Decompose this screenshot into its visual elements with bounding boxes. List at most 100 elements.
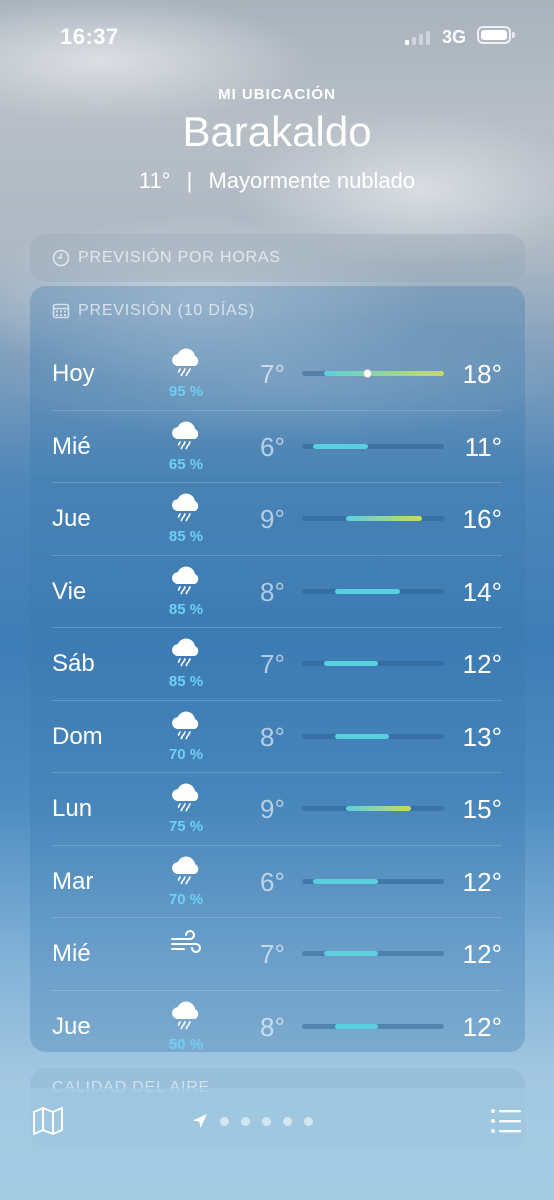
high-temperature: 14° bbox=[462, 576, 502, 607]
day-label: Mié bbox=[52, 940, 91, 967]
precipitation-chance: 95 % bbox=[168, 383, 204, 400]
page-indicator[interactable] bbox=[192, 1113, 313, 1129]
forecast-day-row[interactable]: Mié 7° 12° bbox=[52, 917, 502, 990]
temperature-range-fill bbox=[345, 806, 412, 811]
day-label: Vie bbox=[52, 577, 87, 605]
temperature-range-bar bbox=[302, 661, 444, 666]
forecast-day-row[interactable]: Sáb 85 % 7° 12° bbox=[52, 627, 502, 700]
precipitation-chance: 50 % bbox=[168, 1035, 204, 1053]
cloud-rain-icon bbox=[168, 783, 204, 813]
temperature-range-bar bbox=[302, 1023, 444, 1029]
forecast-day-row[interactable]: Lun 75 % 9° 15° bbox=[52, 772, 502, 845]
status-time: 16:37 bbox=[60, 24, 119, 49]
temperature-range-bar bbox=[302, 443, 444, 449]
low-temperature: 8° bbox=[260, 721, 285, 752]
temperature-range-fill bbox=[312, 443, 368, 449]
city-name: Barakaldo bbox=[182, 108, 372, 155]
low-temperature: 6° bbox=[260, 866, 285, 897]
status-bar: 16:37 3G bbox=[0, 0, 554, 74]
precipitation-chance: 75 % bbox=[168, 818, 204, 835]
high-temperature: 12° bbox=[462, 939, 502, 969]
summary-separator: | bbox=[186, 168, 193, 193]
temperature-range-bar bbox=[302, 516, 444, 521]
temperature-range-fill bbox=[334, 1023, 379, 1029]
day-label: Sáb bbox=[52, 650, 95, 677]
day-label: Dom bbox=[52, 722, 103, 750]
precipitation-chance: 85 % bbox=[168, 600, 204, 618]
temperature-range-bar bbox=[302, 806, 444, 811]
high-temperature: 18° bbox=[462, 359, 502, 389]
low-temperature: 7° bbox=[260, 359, 285, 389]
cellular-signal-icon bbox=[405, 29, 435, 45]
current-temperature: 11° bbox=[138, 168, 171, 193]
temperature-range-bar bbox=[302, 369, 444, 378]
low-temperature: 7° bbox=[260, 939, 285, 969]
location-arrow-icon bbox=[193, 1114, 207, 1128]
temperature-range-fill bbox=[323, 661, 379, 666]
hourly-forecast-card[interactable]: PREVISIÓN POR HORAS bbox=[30, 234, 525, 282]
low-temperature: 7° bbox=[260, 649, 285, 679]
network-type: 3G bbox=[442, 27, 467, 47]
forecast-day-row[interactable]: Hoy 95 % 7° 18° bbox=[52, 338, 502, 410]
forecast-day-row[interactable]: Jue 50 % 8° 12° bbox=[52, 989, 502, 1063]
day-label: Jue bbox=[52, 1012, 91, 1040]
forecast-day-row[interactable]: Vie 85 % 8° 14° bbox=[52, 554, 502, 628]
page-dot[interactable] bbox=[262, 1116, 271, 1126]
high-temperature: 16° bbox=[462, 504, 502, 534]
day-label: Lun bbox=[52, 795, 93, 822]
low-temperature: 8° bbox=[260, 576, 285, 607]
page-dot[interactable] bbox=[241, 1116, 250, 1126]
temperature-range-fill bbox=[334, 733, 390, 739]
precipitation-chance: 70 % bbox=[168, 745, 204, 763]
high-temperature: 12° bbox=[462, 866, 502, 897]
high-temperature: 12° bbox=[462, 1011, 502, 1042]
current-summary: 11° | Mayormente nublado bbox=[0, 168, 554, 194]
list-icon[interactable] bbox=[490, 1108, 522, 1134]
forecast-day-row[interactable]: Jue 85 % 9° 16° bbox=[52, 482, 502, 555]
cloud-rain-icon bbox=[168, 1001, 204, 1031]
low-temperature: 9° bbox=[260, 794, 285, 824]
daily-forecast-title: PREVISIÓN (10 DÍAS) bbox=[78, 302, 256, 319]
high-temperature: 15° bbox=[462, 794, 502, 824]
calendar-icon bbox=[52, 303, 70, 319]
wind-icon bbox=[168, 928, 204, 958]
forecast-day-row[interactable]: Mié 65 % 6° 11° bbox=[52, 409, 502, 483]
page-dot[interactable] bbox=[283, 1116, 292, 1126]
cloud-rain-icon bbox=[168, 493, 204, 523]
battery-icon bbox=[477, 26, 515, 44]
precipitation-chance: 85 % bbox=[168, 673, 204, 690]
forecast-day-row[interactable]: Mar 70 % 6° 12° bbox=[52, 844, 502, 918]
temperature-range-fill bbox=[323, 371, 444, 376]
current-condition: Mayormente nublado bbox=[208, 168, 416, 193]
temperature-range-fill bbox=[334, 588, 401, 594]
high-temperature: 13° bbox=[462, 721, 502, 752]
temperature-range-bar bbox=[302, 951, 444, 956]
clock-icon bbox=[52, 249, 70, 267]
temperature-range-bar bbox=[302, 878, 444, 884]
cloud-rain-icon bbox=[168, 566, 204, 596]
map-icon[interactable] bbox=[32, 1106, 64, 1136]
precipitation-chance: 65 % bbox=[168, 455, 204, 473]
temperature-range-fill bbox=[323, 951, 379, 956]
page-dot[interactable] bbox=[304, 1116, 313, 1126]
low-temperature: 8° bbox=[260, 1011, 285, 1042]
current-temperature-dot bbox=[363, 369, 373, 378]
daily-forecast-list: Hoy 95 % 7° 18° Mié 65 % 6° 11° Jue 85 % 9° 16° Vie 8… bbox=[52, 338, 502, 1062]
day-label: Jue bbox=[52, 505, 91, 532]
temperature-range-bar bbox=[302, 588, 444, 594]
high-temperature: 11° bbox=[464, 431, 502, 462]
location-label: MI UBICACIÓN bbox=[218, 86, 336, 103]
day-label: Hoy bbox=[52, 360, 95, 387]
cloud-rain-icon bbox=[168, 711, 204, 741]
hourly-forecast-title: PREVISIÓN POR HORAS bbox=[78, 249, 281, 266]
low-temperature: 9° bbox=[260, 504, 285, 534]
precipitation-chance: 70 % bbox=[168, 890, 204, 908]
forecast-day-row[interactable]: Dom 70 % 8° 13° bbox=[52, 699, 502, 773]
cloud-rain-icon bbox=[168, 421, 204, 451]
high-temperature: 12° bbox=[462, 649, 502, 679]
cloud-rain-icon bbox=[168, 638, 204, 668]
page-dot[interactable] bbox=[220, 1116, 229, 1126]
temperature-range-fill bbox=[345, 516, 423, 521]
low-temperature: 6° bbox=[260, 431, 285, 462]
tab-bar bbox=[0, 1088, 554, 1200]
